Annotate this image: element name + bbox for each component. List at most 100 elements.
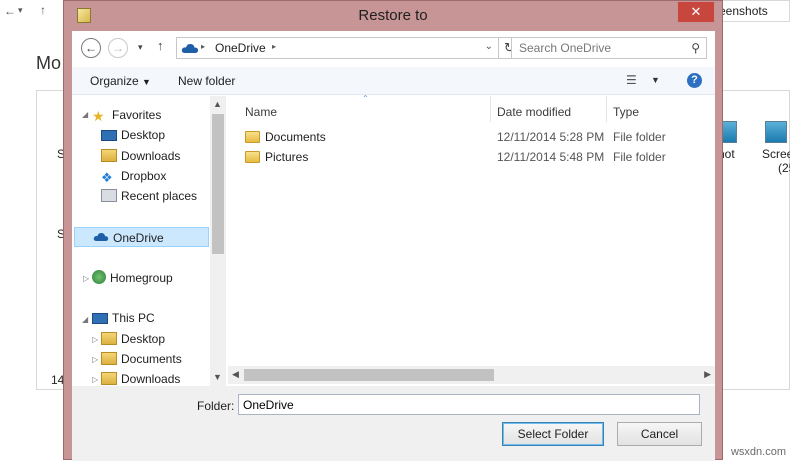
command-bar: Organize ▼ New folder ☰ ▼ ?	[72, 67, 715, 95]
navigation-scrollbar[interactable]: ▲ ▼	[210, 96, 226, 386]
nav-homegroup[interactable]: Homegroup	[92, 268, 173, 288]
sort-indicator-icon: ⌃	[362, 94, 369, 103]
nav-item-label: Recent places	[121, 189, 198, 203]
watermark: wsxdn.com	[730, 446, 786, 458]
view-options-icon[interactable]: ☰	[626, 73, 637, 87]
background-item-label: (25	[778, 161, 790, 175]
homegroup-icon	[92, 270, 106, 284]
collapse-arrow-icon[interactable]: ◢	[82, 110, 88, 119]
organize-button[interactable]: Organize ▼	[90, 74, 151, 88]
folder-field[interactable]	[238, 394, 700, 415]
expand-arrow-icon[interactable]: ▷	[92, 355, 98, 364]
downloads-folder-icon	[101, 372, 117, 385]
desktop-folder-icon	[101, 332, 117, 345]
nav-favorites-recent-places[interactable]: Recent places	[101, 186, 197, 206]
up-arrow-icon[interactable]: ↑	[40, 3, 46, 17]
select-folder-button[interactable]: Select Folder	[502, 422, 604, 446]
screenshot-thumbnail-icon[interactable]	[765, 121, 787, 143]
nav-favorites-downloads[interactable]: Downloads	[101, 146, 180, 166]
nav-this-pc-desktop[interactable]: Desktop	[101, 329, 165, 349]
column-header-date-modified[interactable]: Date modified	[497, 101, 571, 123]
close-button[interactable]: ✕	[678, 2, 714, 22]
background-heading: Mo	[36, 53, 62, 73]
column-header-name[interactable]: Name	[245, 101, 277, 123]
search-icon[interactable]: ⚲	[691, 38, 700, 58]
restore-to-dialog: Restore to ✕ ← → ▾ ↑ ▸ OneDrive ▸ ⌄ ↻ Se…	[63, 0, 723, 461]
close-icon: ✕	[690, 4, 702, 19]
breadcrumb-separator-icon[interactable]: ▸	[201, 42, 205, 51]
file-row[interactable]: Pictures 12/11/2014 5:48 PM File folder	[228, 147, 698, 167]
column-divider[interactable]	[606, 96, 607, 122]
star-icon: ★	[92, 108, 105, 124]
computer-icon	[92, 313, 108, 324]
horizontal-scrollbar[interactable]: ◀ ▶	[228, 366, 715, 384]
cancel-button[interactable]: Cancel	[617, 422, 702, 446]
chevron-down-icon: ▼	[142, 77, 151, 87]
navigation-pane: ◢ ★ Favorites Desktop Downloads ❖ Dropbox …	[72, 96, 226, 386]
expand-arrow-icon[interactable]: ▷	[83, 274, 89, 283]
scroll-down-arrow-icon[interactable]: ▼	[213, 372, 222, 382]
scroll-right-arrow-icon[interactable]: ▶	[704, 369, 711, 380]
scrollbar-thumb[interactable]	[244, 369, 494, 381]
background-item-label: Scree	[762, 147, 790, 161]
forward-arrow-icon: →	[112, 41, 124, 55]
nav-item-label: Documents	[121, 352, 182, 366]
dialog-title-bar[interactable]: Restore to ✕	[64, 1, 722, 31]
help-icon[interactable]: ?	[687, 73, 702, 88]
recent-locations-chevron-icon[interactable]: ▾	[138, 42, 143, 53]
address-bar[interactable]: ▸ OneDrive ▸ ⌄	[176, 37, 499, 59]
column-header-type[interactable]: Type	[613, 101, 639, 123]
scroll-up-arrow-icon[interactable]: ▲	[213, 99, 222, 109]
dialog-title: Restore to	[358, 7, 428, 24]
nav-onedrive-label: OneDrive	[113, 231, 164, 245]
background-address-text: eenshots	[719, 4, 768, 18]
scroll-left-arrow-icon[interactable]: ◀	[232, 369, 239, 380]
nav-onedrive[interactable]: OneDrive	[74, 227, 209, 247]
up-button[interactable]: ↑	[157, 38, 164, 53]
forward-button[interactable]: →	[108, 38, 128, 58]
scrollbar-thumb[interactable]	[212, 114, 224, 254]
file-type: File folder	[613, 130, 666, 144]
nav-item-label: Downloads	[121, 372, 181, 386]
folder-icon	[245, 151, 260, 163]
documents-folder-icon	[101, 352, 117, 365]
folder-field-label: Folder:	[197, 399, 235, 413]
collapse-arrow-icon[interactable]: ◢	[82, 315, 88, 324]
file-name: Documents	[265, 130, 326, 144]
chevron-down-icon[interactable]: ▾	[18, 5, 23, 16]
downloads-folder-icon	[101, 149, 117, 162]
recent-places-icon	[101, 189, 117, 202]
back-arrow-icon[interactable]: ←	[4, 4, 16, 18]
nav-item-label: Downloads	[121, 149, 181, 163]
folder-icon	[245, 131, 260, 143]
file-type: File folder	[613, 150, 666, 164]
expand-arrow-icon[interactable]: ▷	[92, 335, 98, 344]
nav-this-pc-documents[interactable]: Documents	[101, 349, 182, 369]
column-divider[interactable]	[490, 96, 491, 122]
desktop-icon	[101, 130, 117, 141]
nav-this-pc[interactable]: This PC	[92, 308, 155, 328]
expand-arrow-icon[interactable]: ▷	[92, 375, 98, 384]
nav-homegroup-label: Homegroup	[110, 271, 173, 285]
nav-favorites[interactable]: ★ Favorites	[92, 105, 161, 125]
back-arrow-icon: ←	[85, 41, 97, 55]
search-input[interactable]: Search OneDrive ⚲	[511, 37, 707, 59]
address-history-chevron-icon[interactable]: ⌄	[485, 41, 493, 52]
file-name: Pictures	[265, 150, 309, 164]
nav-favorites-desktop[interactable]: Desktop	[101, 125, 165, 145]
view-chevron-down-icon[interactable]: ▼	[651, 75, 660, 85]
dropbox-icon: ❖	[101, 170, 113, 185]
back-button[interactable]: ←	[81, 38, 101, 58]
file-list: ⌃ Name Date modified Type Documents 12/1…	[228, 94, 715, 386]
file-row[interactable]: Documents 12/11/2014 5:28 PM File folder	[228, 127, 698, 147]
file-date-modified: 12/11/2014 5:48 PM	[497, 150, 605, 164]
background-address-bar[interactable]: eenshots	[715, 0, 790, 22]
new-folder-button[interactable]: New folder	[178, 74, 235, 88]
file-date-modified: 12/11/2014 5:28 PM	[497, 130, 605, 144]
nav-item-label: Desktop	[121, 332, 166, 346]
breadcrumb-separator-icon[interactable]: ▸	[272, 42, 276, 51]
nav-favorites-dropbox[interactable]: ❖ Dropbox	[101, 166, 166, 186]
onedrive-cloud-icon	[181, 43, 199, 53]
onedrive-cloud-icon	[93, 232, 109, 241]
breadcrumb-onedrive[interactable]: OneDrive	[215, 41, 266, 55]
